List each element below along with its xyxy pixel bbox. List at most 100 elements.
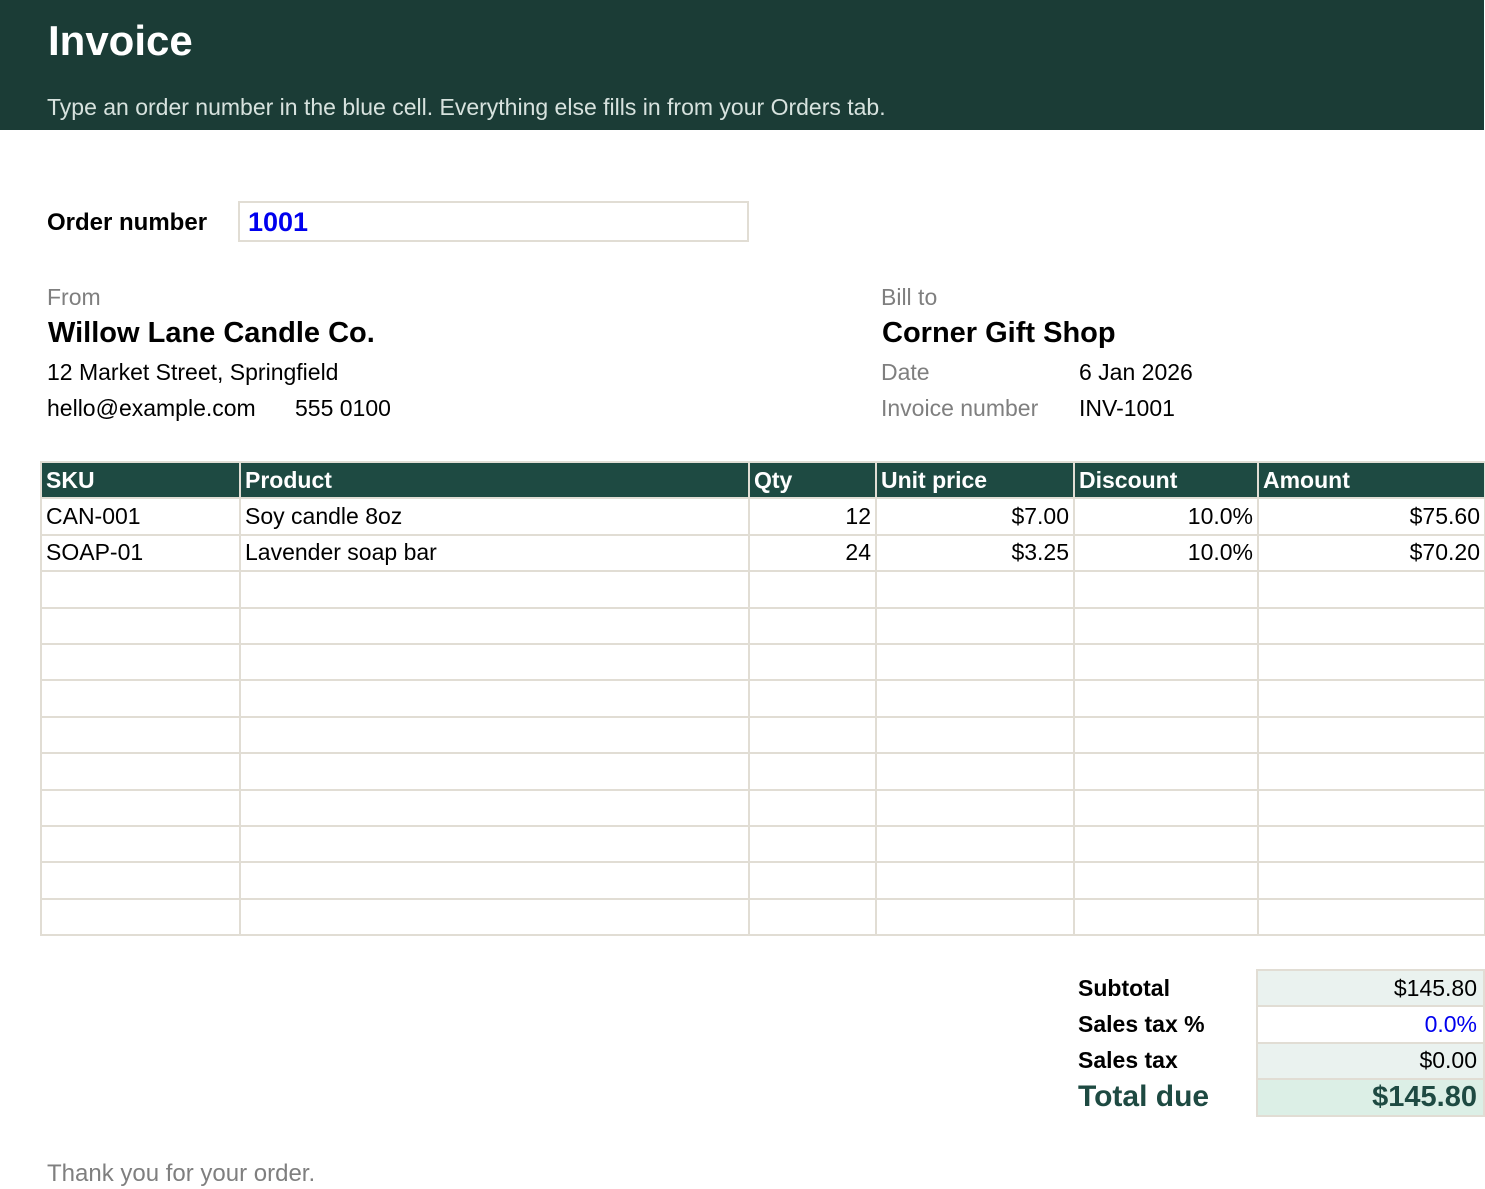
cell-discount[interactable] <box>1073 788 1259 827</box>
cell-sku[interactable] <box>40 570 241 609</box>
cell-amount[interactable] <box>1257 824 1485 864</box>
cell-qty[interactable] <box>748 788 877 827</box>
cell-unit-price[interactable] <box>875 824 1075 864</box>
cell-unit-price[interactable]: $3.25 <box>875 533 1075 573</box>
cell-unit-price[interactable] <box>875 606 1075 645</box>
sales-tax-rate-input[interactable]: 0.0% <box>1255 1005 1485 1044</box>
cell-unit-price[interactable] <box>875 788 1075 827</box>
cell-qty[interactable] <box>748 824 877 864</box>
cell-qty[interactable] <box>748 570 877 609</box>
cell-sku[interactable] <box>40 824 241 864</box>
column-header-product: Product <box>239 460 750 500</box>
cell-discount[interactable] <box>1073 861 1259 900</box>
cell-discount[interactable] <box>1073 606 1259 645</box>
cell-discount[interactable] <box>1073 897 1259 937</box>
cell-product[interactable] <box>239 679 750 718</box>
cell-qty[interactable]: 24 <box>748 533 877 573</box>
from-company-name: Willow Lane Candle Co. <box>48 317 375 349</box>
cell-unit-price[interactable] <box>875 642 1075 682</box>
cell-unit-price[interactable] <box>875 752 1075 791</box>
from-address: 12 Market Street, Springfield <box>47 359 339 385</box>
order-number-input[interactable]: 1001 <box>238 201 749 242</box>
cell-product[interactable] <box>239 788 750 827</box>
column-header-discount: Discount <box>1073 460 1259 500</box>
cell-amount[interactable] <box>1257 679 1485 718</box>
cell-product[interactable] <box>239 897 750 937</box>
table-row <box>40 642 1485 682</box>
bill-to-name: Corner Gift Shop <box>882 317 1116 349</box>
cell-qty[interactable] <box>748 861 877 900</box>
cell-product[interactable] <box>239 861 750 900</box>
cell-product[interactable] <box>239 752 750 791</box>
cell-unit-price[interactable] <box>875 679 1075 718</box>
cell-unit-price[interactable] <box>875 715 1075 755</box>
cell-sku[interactable] <box>40 788 241 827</box>
cell-amount[interactable] <box>1257 570 1485 609</box>
cell-product[interactable] <box>239 606 750 645</box>
column-header-amount: Amount <box>1257 460 1485 500</box>
cell-product[interactable] <box>239 715 750 755</box>
table-row <box>40 570 1485 609</box>
cell-discount[interactable] <box>1073 679 1259 718</box>
cell-sku[interactable] <box>40 861 241 900</box>
cell-sku[interactable] <box>40 897 241 937</box>
cell-amount[interactable] <box>1257 715 1485 755</box>
cell-unit-price[interactable] <box>875 861 1075 900</box>
sales-tax-value: $0.00 <box>1255 1041 1485 1081</box>
cell-amount[interactable] <box>1257 788 1485 827</box>
table-row <box>40 897 1485 937</box>
cell-sku[interactable] <box>40 642 241 682</box>
invoice-number-label: Invoice number <box>881 395 1039 421</box>
table-row: SOAP-01 Lavender soap bar 24 $3.25 10.0% $70.… <box>40 533 1485 573</box>
cell-qty[interactable] <box>748 606 877 645</box>
sales-tax-rate-label: Sales tax % <box>1078 1011 1205 1038</box>
cell-amount[interactable] <box>1257 861 1485 900</box>
cell-qty[interactable] <box>748 752 877 791</box>
cell-discount[interactable] <box>1073 824 1259 864</box>
cell-unit-price[interactable] <box>875 570 1075 609</box>
cell-amount[interactable] <box>1257 897 1485 937</box>
cell-amount[interactable] <box>1257 752 1485 791</box>
cell-product[interactable]: Soy candle 8oz <box>239 497 750 536</box>
cell-sku[interactable]: SOAP-01 <box>40 533 241 573</box>
line-items-table: SKU Product Qty Unit price Discount Amou… <box>40 460 1485 937</box>
cell-amount[interactable] <box>1257 642 1485 682</box>
cell-qty[interactable] <box>748 715 877 755</box>
table-row <box>40 715 1485 755</box>
cell-product[interactable]: Lavender soap bar <box>239 533 750 573</box>
cell-sku[interactable] <box>40 715 241 755</box>
cell-sku[interactable] <box>40 606 241 645</box>
cell-sku[interactable]: CAN-001 <box>40 497 241 536</box>
cell-qty[interactable] <box>748 897 877 937</box>
cell-unit-price[interactable] <box>875 897 1075 937</box>
sales-tax-row: Sales tax $0.00 <box>1072 1041 1485 1081</box>
date-label: Date <box>881 359 930 385</box>
cell-unit-price[interactable]: $7.00 <box>875 497 1075 536</box>
cell-qty[interactable] <box>748 642 877 682</box>
cell-discount[interactable] <box>1073 752 1259 791</box>
order-number-label: Order number <box>47 209 208 236</box>
cell-discount[interactable]: 10.0% <box>1073 533 1259 573</box>
column-header-unit-price: Unit price <box>875 460 1075 500</box>
table-row <box>40 606 1485 645</box>
cell-product[interactable] <box>239 570 750 609</box>
total-due-row: Total due $145.80 <box>1072 1078 1485 1117</box>
cell-qty[interactable]: 12 <box>748 497 877 536</box>
cell-qty[interactable] <box>748 679 877 718</box>
cell-discount[interactable] <box>1073 570 1259 609</box>
page-title: Invoice <box>48 17 193 64</box>
page-header: Invoice Type an order number in the blue… <box>0 0 1484 130</box>
cell-sku[interactable] <box>40 679 241 718</box>
subtotal-value: $145.80 <box>1255 968 1485 1008</box>
cell-amount[interactable]: $70.20 <box>1257 533 1485 573</box>
cell-discount[interactable] <box>1073 715 1259 755</box>
cell-product[interactable] <box>239 824 750 864</box>
cell-amount[interactable] <box>1257 606 1485 645</box>
cell-amount[interactable]: $75.60 <box>1257 497 1485 536</box>
table-row <box>40 861 1485 900</box>
cell-discount[interactable] <box>1073 642 1259 682</box>
table-row <box>40 752 1485 791</box>
cell-product[interactable] <box>239 642 750 682</box>
cell-discount[interactable]: 10.0% <box>1073 497 1259 536</box>
cell-sku[interactable] <box>40 752 241 791</box>
